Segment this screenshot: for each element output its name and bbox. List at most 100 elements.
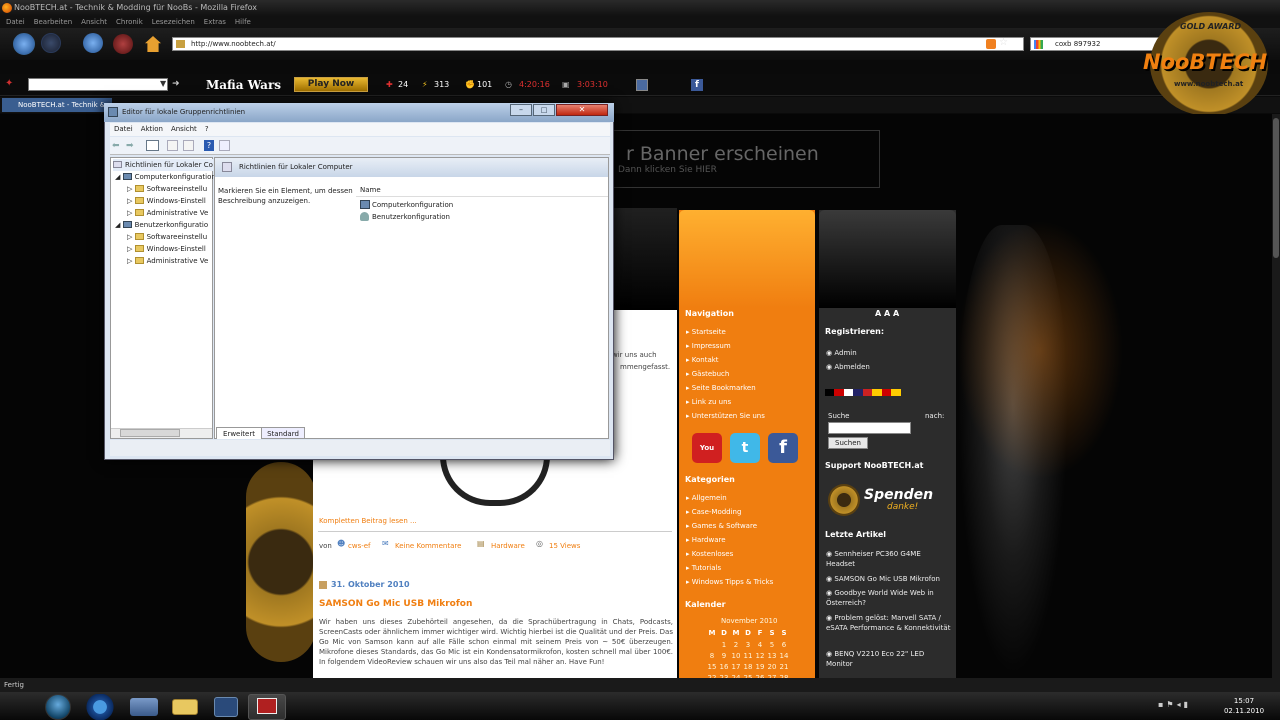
tree-u-admin[interactable]: ▷ Administrative Ve xyxy=(127,255,208,267)
gp-filter-icon[interactable] xyxy=(219,140,230,151)
arrow-icon[interactable]: ➜ xyxy=(172,79,180,89)
close-button[interactable]: ✕ xyxy=(556,104,608,116)
calendar-day[interactable]: 20 xyxy=(766,662,778,673)
calendar-day[interactable]: 6 xyxy=(778,640,790,651)
calendar-day[interactable]: 21 xyxy=(778,662,790,673)
nav-unterstuetzen[interactable]: ▸ Unterstützen Sie uns xyxy=(686,412,765,420)
cat-kostenloses[interactable]: ▸ Kostenloses xyxy=(686,550,733,558)
recorder-icon[interactable] xyxy=(257,698,277,714)
gp-forward-icon[interactable]: ➡ xyxy=(126,141,134,151)
scrollbar-thumb[interactable] xyxy=(1273,118,1279,258)
gp-menu-datei[interactable]: Datei xyxy=(114,125,133,133)
article-title[interactable]: SAMSON Go Mic USB Mikrofon xyxy=(319,599,472,609)
tree-scrollbar-thumb[interactable] xyxy=(120,429,180,437)
calendar-day[interactable]: 4 xyxy=(754,640,766,651)
nav-link-zu-uns[interactable]: ▸ Link zu uns xyxy=(686,398,731,406)
tab-erweitert[interactable]: Erweitert xyxy=(216,427,262,439)
column-header-name[interactable]: Name xyxy=(356,184,608,197)
nav-gaestebuch[interactable]: ▸ Gästebuch xyxy=(686,370,729,378)
tab-noobtech[interactable]: NooBTECH.at - Technik & ... xyxy=(2,98,112,112)
tree-computer[interactable]: ◢ Computerkonfiguration xyxy=(115,171,216,183)
tree-user[interactable]: ◢ Benutzerkonfiguratio xyxy=(115,219,208,231)
gp-menu-ansicht[interactable]: Ansicht xyxy=(171,125,197,133)
calendar-day[interactable]: 3 xyxy=(742,640,754,651)
tree-root[interactable]: Richtlinien für Lokaler Co xyxy=(113,159,213,171)
menu-extras[interactable]: Extras xyxy=(204,18,226,26)
url-input[interactable]: http://www.noobtech.at/ xyxy=(172,37,1024,51)
cat-tutorials[interactable]: ▸ Tutorials xyxy=(686,564,721,572)
nav-bookmarken[interactable]: ▸ Seite Bookmarken xyxy=(686,384,756,392)
admin-link[interactable]: ◉ Admin xyxy=(826,349,857,357)
chevron-down-icon[interactable]: ▼ xyxy=(160,79,166,88)
cat-allgemein[interactable]: ▸ Allgemein xyxy=(686,494,727,502)
gp-export-icon[interactable] xyxy=(183,140,194,151)
menu-bearbeiten[interactable]: Bearbeiten xyxy=(34,18,72,26)
taskbar-clock[interactable]: 15:07 02.11.2010 xyxy=(1222,696,1266,716)
google-icon[interactable] xyxy=(1034,40,1043,49)
calendar-day[interactable]: 5 xyxy=(766,640,778,651)
tree-c-windows[interactable]: ▷ Windows-Einstell xyxy=(127,195,206,207)
site-search-button[interactable]: Suchen xyxy=(828,437,868,449)
latest-article-5[interactable]: ◉ BENQ V2210 Eco 22" LED Monitor xyxy=(826,649,951,669)
cat-case-modding[interactable]: ▸ Case-Modding xyxy=(686,508,741,516)
calendar-day[interactable]: 11 xyxy=(742,651,754,662)
cat-windows-tipps[interactable]: ▸ Windows Tipps & Tricks xyxy=(686,578,773,586)
tree-c-admin[interactable]: ▷ Administrative Ve xyxy=(127,207,208,219)
nav-startseite[interactable]: ▸ Startseite xyxy=(686,328,726,336)
gp-help-icon[interactable]: ? xyxy=(204,140,214,151)
tree-c-software[interactable]: ▷ Softwareeinstellu xyxy=(127,183,207,195)
calendar-day[interactable]: 19 xyxy=(754,662,766,673)
menu-lesezeichen[interactable]: Lesezeichen xyxy=(152,18,195,26)
calendar-day[interactable]: 8 xyxy=(706,651,718,662)
item-benutzerkonfiguration[interactable]: Benutzerkonfiguration xyxy=(372,213,450,221)
item-computerkonfiguration[interactable]: Computerkonfiguration xyxy=(372,201,453,209)
font-size-switcher[interactable]: A A A xyxy=(875,309,899,318)
play-now-button[interactable]: Play Now xyxy=(294,77,368,92)
tab-standard[interactable]: Standard xyxy=(261,427,305,439)
nav-impressum[interactable]: ▸ Impressum xyxy=(686,342,731,350)
gp-back-icon[interactable]: ⬅ xyxy=(112,141,120,151)
facebook-big-icon[interactable]: f xyxy=(768,433,798,463)
latest-article-2[interactable]: ◉ SAMSON Go Mic USB Mikrofon xyxy=(826,574,951,584)
cat-games[interactable]: ▸ Games & Software xyxy=(686,522,757,530)
calendar-day[interactable]: 14 xyxy=(778,651,790,662)
gp-menu-aktion[interactable]: Aktion xyxy=(141,125,163,133)
author-link[interactable]: cws-ef xyxy=(348,542,371,550)
facebook-icon[interactable]: f xyxy=(691,79,703,91)
calendar-day[interactable]: 15 xyxy=(706,662,718,673)
language-flags-icon[interactable] xyxy=(825,389,901,396)
screen-icon[interactable] xyxy=(636,79,648,91)
system-tray-icons[interactable]: ▪⚑◂▮ xyxy=(1158,700,1216,712)
latest-article-4[interactable]: ◉ Problem gelöst: Marvell SATA / eSATA P… xyxy=(826,613,951,633)
gp-menu-help[interactable]: ? xyxy=(205,125,209,133)
spenden-gear-icon[interactable] xyxy=(828,484,860,516)
stop-icon[interactable] xyxy=(113,34,133,54)
start-button[interactable] xyxy=(45,694,71,720)
calendar-day[interactable]: 10 xyxy=(730,651,742,662)
calendar-day[interactable]: 17 xyxy=(730,662,742,673)
menu-chronik[interactable]: Chronik xyxy=(116,18,143,26)
menu-ansicht[interactable]: Ansicht xyxy=(81,18,107,26)
calendar-day[interactable]: 16 xyxy=(718,662,730,673)
gp-properties-icon[interactable] xyxy=(167,140,178,151)
twitter-icon[interactable]: t xyxy=(730,433,760,463)
forward-button-icon[interactable] xyxy=(41,33,61,53)
ie-icon[interactable] xyxy=(82,694,118,720)
youtube-icon[interactable]: You xyxy=(692,433,722,463)
back-button-icon[interactable] xyxy=(13,33,35,55)
tree-u-software[interactable]: ▷ Softwareeinstellu xyxy=(127,231,207,243)
rss-icon[interactable] xyxy=(986,39,996,49)
spenden-text[interactable]: Spenden xyxy=(864,487,933,503)
minimize-button[interactable]: – xyxy=(510,104,532,116)
tree-u-windows[interactable]: ▷ Windows-Einstell xyxy=(127,243,206,255)
calendar-day[interactable]: 1 xyxy=(718,640,730,651)
calendar-day[interactable]: 13 xyxy=(766,651,778,662)
calendar-day[interactable]: 2 xyxy=(730,640,742,651)
bookmark-star-icon[interactable]: ☆ xyxy=(999,38,1009,48)
banner-subtitle[interactable]: Dann klicken Sie HIER xyxy=(618,165,717,175)
folder-taskbar-icon[interactable] xyxy=(172,699,198,715)
category-link[interactable]: Hardware xyxy=(491,542,525,550)
comments-link[interactable]: Keine Kommentare xyxy=(395,542,461,550)
latest-article-3[interactable]: ◉ Goodbye World Wide Web in Österreich? xyxy=(826,588,951,608)
abmelden-link[interactable]: ◉ Abmelden xyxy=(826,363,870,371)
